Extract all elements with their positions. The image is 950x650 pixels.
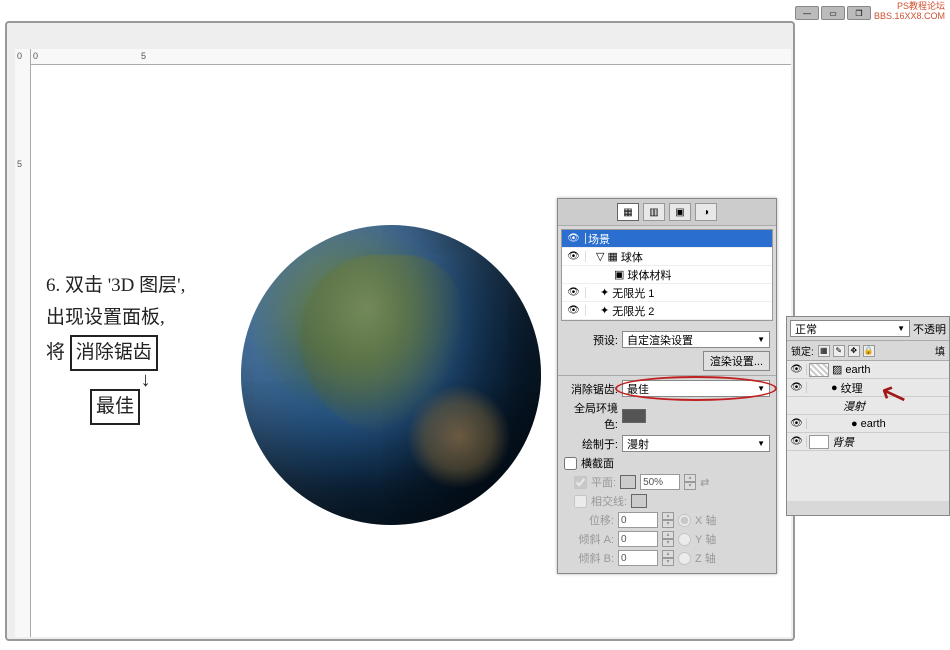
scene-sphere-row[interactable]: 👁 ▽ ▦ 球体 xyxy=(562,248,772,266)
horizontal-ruler: 0 5 xyxy=(31,49,791,65)
annotation-text: 6. 双击 '3D 图层', 出现设置面板, 将 消除锯齿 ↓ 最佳 xyxy=(46,270,185,425)
antialias-label: 消除锯齿: xyxy=(564,381,618,397)
watermark: PS教程论坛 BBS.16XX8.COM xyxy=(874,2,945,22)
scene-root-row[interactable]: 👁 场景 xyxy=(562,230,772,248)
flip-icon: ⇄ xyxy=(700,476,709,489)
offset-spinner: ▴▾ xyxy=(662,512,674,528)
maximize-button[interactable]: ▭ xyxy=(821,6,845,20)
scene-light1-row[interactable]: 👁 ✦ 无限光 1 xyxy=(562,284,772,302)
lock-icons-group: ▦ ✎ ✥ 🔒 xyxy=(818,345,875,357)
visibility-icon[interactable]: 👁 xyxy=(787,436,807,447)
ambient-color-swatch[interactable] xyxy=(622,409,646,423)
crosssection-checkbox[interactable] xyxy=(564,457,577,470)
intersect-checkbox xyxy=(574,495,587,508)
visibility-icon[interactable]: 👁 xyxy=(562,305,586,316)
tiltA-spinner: ▴▾ xyxy=(662,531,674,547)
scene-tab-icon[interactable]: ▦ xyxy=(617,203,639,221)
plane-color-swatch xyxy=(620,475,636,489)
offset-input xyxy=(618,512,658,528)
preset-dropdown[interactable]: 自定渲染设置▼ xyxy=(622,331,770,348)
lock-label: 锁定: xyxy=(791,343,814,358)
layer-background-row[interactable]: 👁 背景 xyxy=(787,433,949,451)
z-axis-radio xyxy=(678,552,691,565)
x-axis-radio xyxy=(678,514,691,527)
materials-tab-icon[interactable]: ▣ xyxy=(669,203,691,221)
visibility-icon[interactable]: 👁 xyxy=(562,233,586,244)
visibility-icon[interactable]: 👁 xyxy=(562,287,586,298)
mesh-tab-icon[interactable]: ▥ xyxy=(643,203,665,221)
lights-tab-icon[interactable]: ◑ xyxy=(695,203,717,221)
3d-panel-tabs: ▦ ▥ ▣ ◑ xyxy=(558,199,776,226)
crosssection-label: 横截面 xyxy=(581,455,614,471)
scene-tree[interactable]: 👁 场景 👁 ▽ ▦ 球体 ▣ 球体材料 👁 ✦ 无限光 1 👁 ✦ 无限光 2 xyxy=(561,229,773,321)
visibility-icon[interactable]: 👁 xyxy=(787,364,807,375)
layer-earth-sub-row[interactable]: 👁 ● earth xyxy=(787,415,949,433)
layer-list[interactable]: 👁 ▨ earth 👁 ● 纹理 漫射 👁 ● earth 👁 背景 xyxy=(787,361,949,501)
paint-label: 绘制于: xyxy=(564,436,618,452)
earth-sphere[interactable] xyxy=(241,225,541,525)
tiltB-input xyxy=(618,550,658,566)
ambient-label: 全局环境色: xyxy=(564,400,618,432)
layer-earth-row[interactable]: 👁 ▨ earth xyxy=(787,361,949,379)
vertical-ruler: 0 5 xyxy=(15,49,31,637)
render-settings: 预设: 自定渲染设置▼ 渲染设置... 消除锯齿: 最佳▼ 全局环境色: 绘制于… xyxy=(558,324,776,573)
visibility-icon[interactable]: 👁 xyxy=(787,382,807,393)
visibility-icon[interactable]: 👁 xyxy=(787,418,807,429)
layer-texture-row[interactable]: 👁 ● 纹理 xyxy=(787,379,949,397)
blend-mode-dropdown[interactable]: 正常▼ xyxy=(790,320,910,337)
minimize-button[interactable]: — xyxy=(795,6,819,20)
lock-pixels-icon[interactable]: ✎ xyxy=(833,345,845,357)
layer-diffuse-row[interactable]: 漫射 xyxy=(787,397,949,415)
paint-on-dropdown[interactable]: 漫射▼ xyxy=(622,435,770,452)
window-controls: — ▭ ❐ xyxy=(795,6,871,20)
lock-all-icon[interactable]: 🔒 xyxy=(863,345,875,357)
fill-label: 填 xyxy=(935,343,945,358)
plane-spinner: ▴▾ xyxy=(684,474,696,490)
layers-panel: 正常▼ 不透明 锁定: ▦ ✎ ✥ 🔒 填 👁 ▨ earth 👁 ● 纹理 漫… xyxy=(786,316,950,516)
tiltB-spinner: ▴▾ xyxy=(662,550,674,566)
preset-label: 预设: xyxy=(564,332,618,348)
lock-position-icon[interactable]: ✥ xyxy=(848,345,860,357)
tiltA-input xyxy=(618,531,658,547)
antialias-dropdown[interactable]: 最佳▼ xyxy=(622,380,770,397)
intersect-color-swatch xyxy=(631,494,647,508)
layer-thumb-icon xyxy=(809,435,829,449)
render-settings-button[interactable]: 渲染设置... xyxy=(703,351,770,371)
y-axis-radio xyxy=(678,533,691,546)
scene-material-row[interactable]: ▣ 球体材料 xyxy=(562,266,772,284)
scene-light2-row[interactable]: 👁 ✦ 无限光 2 xyxy=(562,302,772,320)
restore-button[interactable]: ❐ xyxy=(847,6,871,20)
plane-checkbox xyxy=(574,476,587,489)
3d-panel: ▦ ▥ ▣ ◑ 👁 场景 👁 ▽ ▦ 球体 ▣ 球体材料 👁 ✦ 无限光 1 👁… xyxy=(557,198,777,574)
plane-opacity-input xyxy=(640,474,680,490)
layer-thumb-icon xyxy=(809,363,829,377)
opacity-label: 不透明 xyxy=(913,321,946,337)
lock-transparent-icon[interactable]: ▦ xyxy=(818,345,830,357)
visibility-icon[interactable]: 👁 xyxy=(562,251,586,262)
